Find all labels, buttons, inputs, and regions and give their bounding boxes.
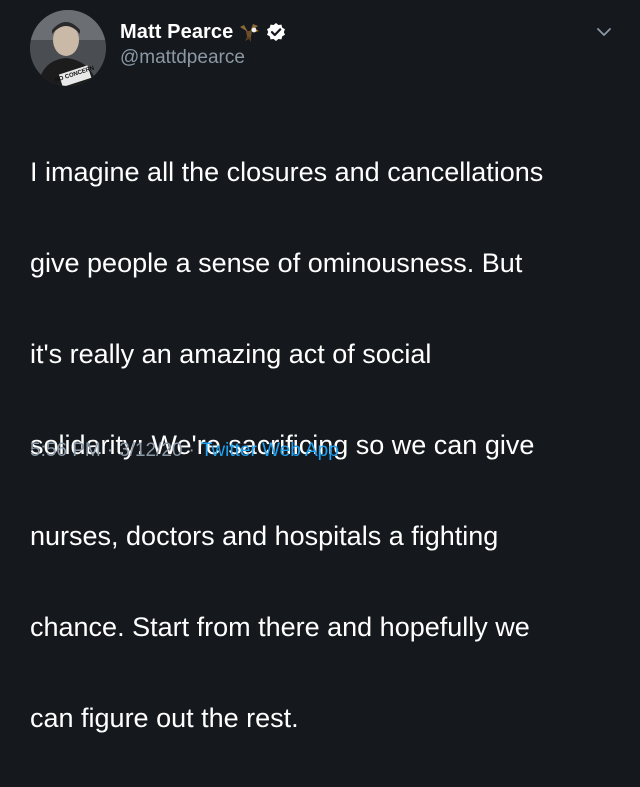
tweet-header: NO CONCERN Matt Pearce @mattdpearce	[30, 10, 620, 90]
tweet-time[interactable]: 5:56 PM	[30, 440, 101, 461]
author-names: Matt Pearce @mattdpearce	[120, 19, 286, 69]
avatar-image: NO CONCERN	[30, 10, 106, 86]
tweet-card: NO CONCERN Matt Pearce @mattdpearce I im…	[0, 0, 640, 733]
verified-badge-icon	[266, 22, 286, 42]
chevron-down-icon[interactable]	[594, 22, 614, 42]
tweet-text-line: give people a sense of ominousness. But	[30, 247, 523, 278]
eagle-icon	[238, 21, 260, 43]
author-handle[interactable]: @mattdpearce	[120, 47, 286, 69]
tweet-text-line: it's really an amazing act of social	[30, 338, 432, 369]
tweet-text-line: can figure out the rest.	[30, 702, 299, 733]
tweet-date[interactable]: 3/12/20	[119, 440, 182, 461]
tweet-text-line: nurses, doctors and hospitals a fighting	[30, 520, 499, 551]
avatar[interactable]: NO CONCERN	[30, 10, 106, 86]
tweet-source-link[interactable]: Twitter Web App	[201, 440, 339, 461]
meta-separator: ·	[106, 440, 114, 461]
display-name-row: Matt Pearce	[120, 19, 286, 45]
tweet-text-line: chance. Start from there and hopefully w…	[30, 611, 530, 642]
tweet-text-line: I imagine all the closures and cancellat…	[30, 156, 544, 187]
display-name[interactable]: Matt Pearce	[120, 21, 233, 44]
meta-separator: ·	[188, 440, 195, 461]
tweet-meta: 5:56 PM · 3/12/20 · Twitter Web App	[30, 440, 339, 462]
